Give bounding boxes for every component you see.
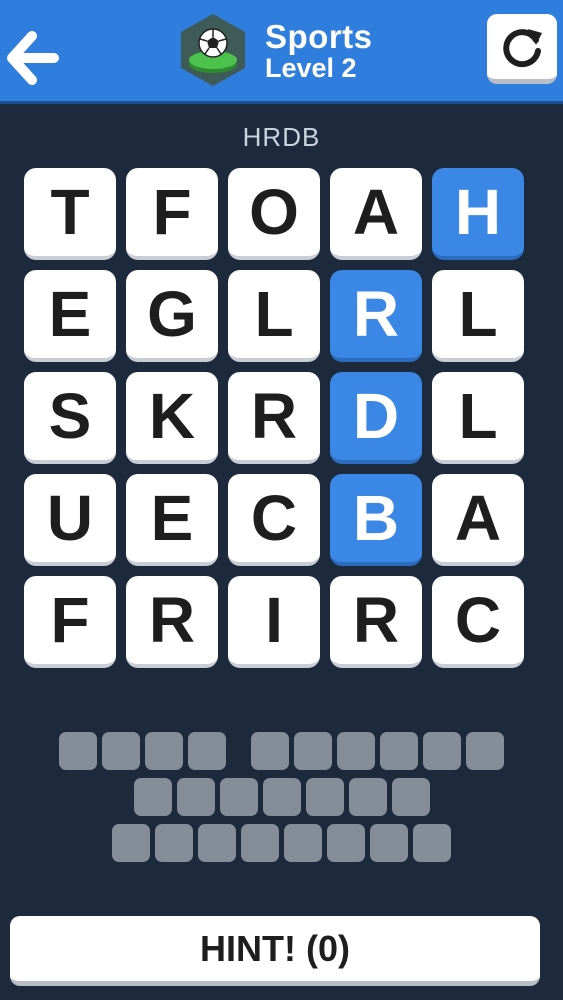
answer-slot <box>112 824 150 862</box>
answer-slot <box>198 824 236 862</box>
answer-slot <box>284 824 322 862</box>
letter-tile[interactable]: B <box>330 474 422 566</box>
letter-tile[interactable]: R <box>330 270 422 362</box>
answer-slot <box>176 778 215 816</box>
letter-tile[interactable]: R <box>126 576 218 668</box>
letter-tile[interactable]: I <box>228 576 320 668</box>
answer-slot <box>188 732 226 770</box>
letter-tile[interactable]: T <box>24 168 116 260</box>
letter-tile[interactable]: L <box>432 372 524 464</box>
soccer-ball-icon <box>181 14 245 86</box>
letter-tile[interactable]: F <box>24 576 116 668</box>
answer-slot <box>262 778 301 816</box>
back-button[interactable] <box>4 26 60 90</box>
restart-icon <box>503 28 542 67</box>
answer-slot <box>219 778 258 816</box>
answer-slot <box>241 824 279 862</box>
letter-tile[interactable]: K <box>126 372 218 464</box>
hint-button[interactable]: HINT! (0) <box>10 916 540 986</box>
current-word: HRDB <box>242 122 321 152</box>
answer-slot <box>327 824 365 862</box>
answer-slot <box>348 778 387 816</box>
level-number: Level 2 <box>265 53 357 83</box>
answer-slot <box>337 732 375 770</box>
answer-slot-row <box>0 824 563 862</box>
letter-tile[interactable]: A <box>330 168 422 260</box>
letter-tile[interactable]: O <box>228 168 320 260</box>
letter-tile[interactable]: R <box>228 372 320 464</box>
letter-tile[interactable]: S <box>24 372 116 464</box>
answer-slot <box>370 824 408 862</box>
letter-tile[interactable]: C <box>228 474 320 566</box>
letter-tile[interactable]: E <box>24 270 116 362</box>
category-name: Sports <box>265 18 373 55</box>
letter-tile[interactable]: A <box>432 474 524 566</box>
letter-tile[interactable]: L <box>432 270 524 362</box>
top-bar: Sports Level 2 <box>0 0 563 104</box>
answer-slot <box>133 778 172 816</box>
letter-tile[interactable]: R <box>330 576 422 668</box>
answer-slot <box>380 732 418 770</box>
letter-tile[interactable]: U <box>24 474 116 566</box>
answer-slot <box>466 732 504 770</box>
answer-slot <box>423 732 461 770</box>
answer-slot <box>391 778 430 816</box>
answer-slot <box>59 732 97 770</box>
answer-slot <box>294 732 332 770</box>
answer-slot <box>413 824 451 862</box>
letter-tile[interactable]: G <box>126 270 218 362</box>
level-title: Sports Level 2 <box>265 18 373 83</box>
arrow-left-icon <box>7 31 59 85</box>
answer-slot <box>155 824 193 862</box>
answer-slot <box>251 732 289 770</box>
restart-button[interactable] <box>487 14 557 84</box>
letter-tile[interactable]: E <box>126 474 218 566</box>
answer-slot <box>305 778 344 816</box>
letter-grid: TFOAHEGLRLSKRDLUECBAFRIRC <box>24 168 526 668</box>
answer-slot <box>102 732 140 770</box>
letter-tile[interactable]: L <box>228 270 320 362</box>
answer-slot <box>145 732 183 770</box>
letter-tile[interactable]: H <box>432 168 524 260</box>
letter-tile[interactable]: C <box>432 576 524 668</box>
category-badge <box>178 12 248 88</box>
answer-slot-row <box>0 732 563 770</box>
letter-tile[interactable]: F <box>126 168 218 260</box>
answer-slot-row <box>0 778 563 816</box>
letter-tile[interactable]: D <box>330 372 422 464</box>
